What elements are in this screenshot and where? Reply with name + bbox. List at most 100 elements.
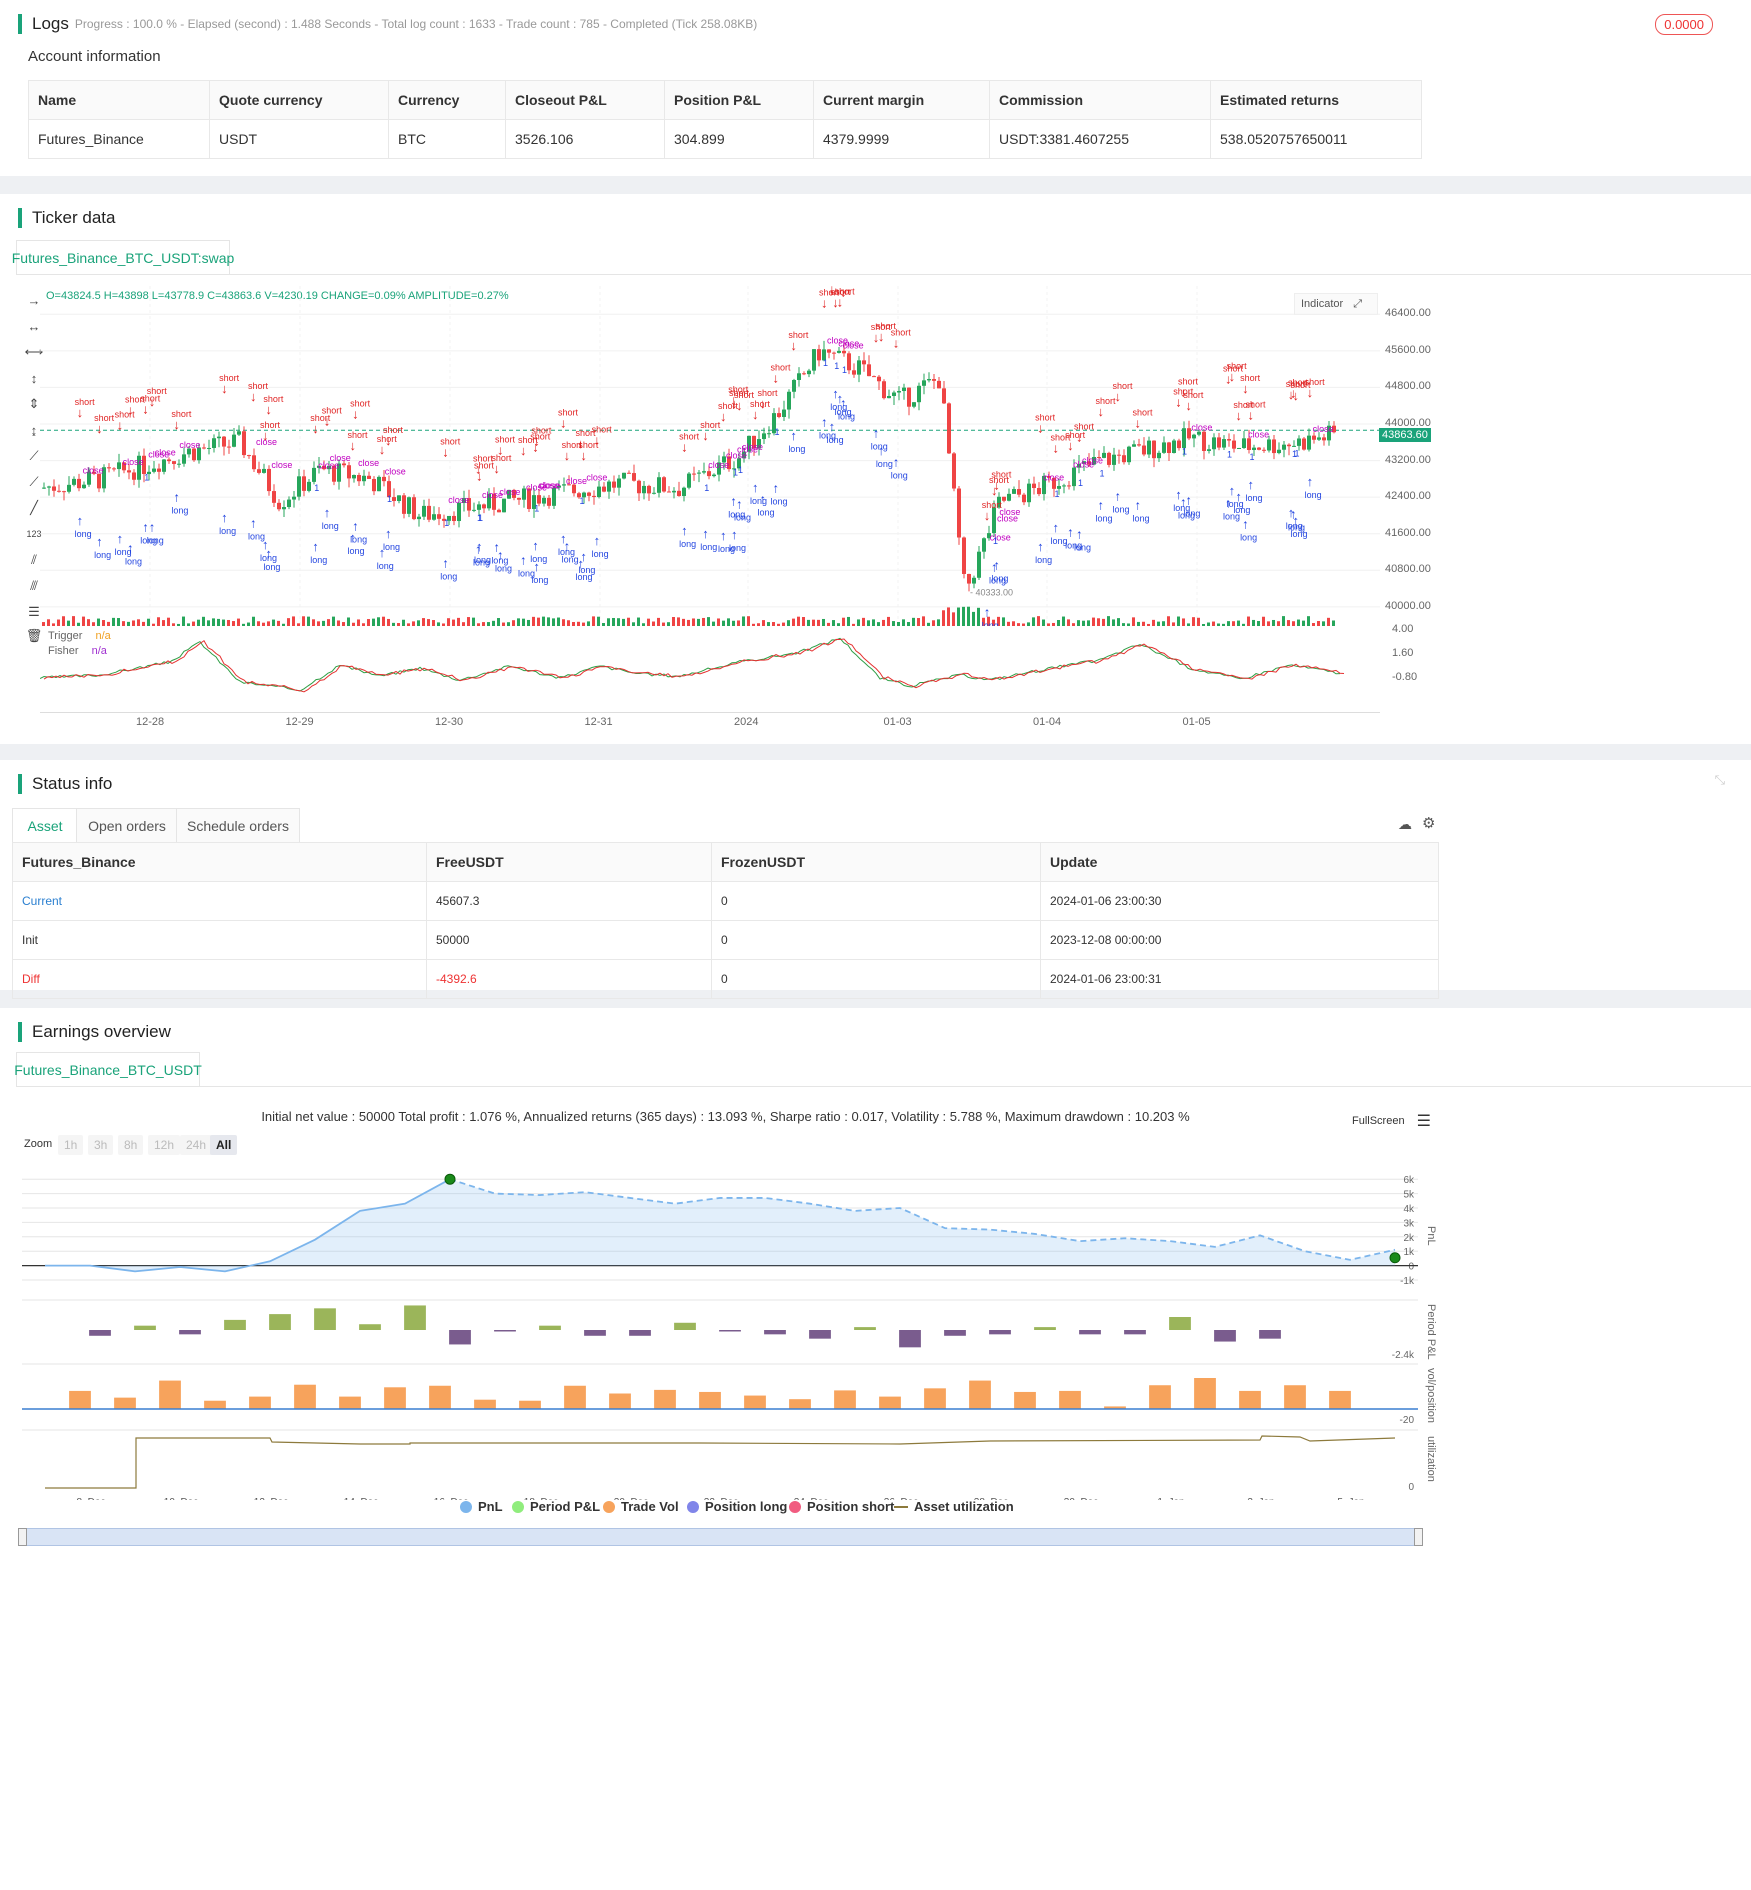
volume-bar <box>942 610 945 626</box>
date-tick: 01-05 <box>1182 716 1211 728</box>
short-arrow-icon: ↓ <box>702 428 709 443</box>
legend-item[interactable]: PnL <box>460 1499 503 1514</box>
hamburger-menu-icon[interactable]: ☰ <box>1417 1111 1431 1131</box>
signal-label-long: long <box>1240 533 1257 543</box>
signal-label-long: long <box>495 564 512 574</box>
zoom-all-button[interactable]: All <box>210 1135 238 1155</box>
navigator-right-handle[interactable] <box>1414 1528 1423 1546</box>
zoom-3h-button[interactable]: 3h <box>88 1135 114 1155</box>
zoom-1h-button[interactable]: 1h <box>58 1135 84 1155</box>
short-arrow-icon: ↓ <box>497 443 504 458</box>
short-arrow-icon: ↓ <box>1180 385 1187 400</box>
signal-label-count: 1 <box>775 427 780 437</box>
volume-bar <box>432 620 435 626</box>
candle-body <box>422 505 426 517</box>
short-arrow-icon: ↓ <box>476 469 483 484</box>
trade-vol-bar <box>69 1390 91 1409</box>
candle-body <box>67 484 71 492</box>
signal-label-close: close <box>448 495 469 505</box>
trade-vol-bar <box>159 1380 181 1409</box>
candle-body <box>402 495 406 514</box>
candle-body <box>867 364 871 377</box>
volume-bar <box>857 619 860 626</box>
candle-body <box>897 391 901 393</box>
volume-bar <box>1202 623 1205 626</box>
volume-bar <box>612 617 615 626</box>
volume-bar <box>427 619 430 626</box>
candle-body <box>1172 440 1176 454</box>
candle-body <box>537 495 541 504</box>
candle-body <box>1062 485 1066 487</box>
zoom-24h-button[interactable]: 24h <box>180 1135 213 1155</box>
candle-body <box>1192 434 1196 439</box>
volume-bar <box>137 619 140 626</box>
signal-label-long: long <box>558 547 575 557</box>
zoom-label: Zoom <box>24 1138 53 1150</box>
legend-item[interactable]: Asset utilization <box>894 1499 1014 1514</box>
candle-body <box>687 473 691 488</box>
period-pnl-bar <box>89 1330 111 1336</box>
legend-item[interactable]: Period P&L <box>512 1499 600 1514</box>
volume-bar <box>937 619 940 626</box>
candle-body <box>1137 444 1141 446</box>
volume-bar <box>732 620 735 626</box>
volume-bar <box>1057 620 1060 626</box>
candle-body <box>347 465 351 479</box>
volume-bar <box>1157 621 1160 626</box>
candle-body <box>847 353 851 371</box>
candle-body <box>1182 428 1186 449</box>
candle-body <box>712 474 716 477</box>
zoom-8h-button[interactable]: 8h <box>118 1135 144 1155</box>
navigator-bar[interactable] <box>22 1528 1420 1546</box>
tab-asset[interactable]: Asset <box>12 808 78 843</box>
volume-bar <box>437 622 440 626</box>
short-arrow-icon: ↓ <box>385 433 392 448</box>
candle-body <box>1037 488 1041 495</box>
candle-body <box>1282 444 1286 450</box>
volume-bar <box>42 622 45 626</box>
legend-swatch-icon <box>603 1500 615 1513</box>
candle-body <box>707 471 711 477</box>
tab-schedule-orders[interactable]: Schedule orders <box>176 808 300 843</box>
tab-open-orders[interactable]: Open orders <box>76 808 178 843</box>
price-axis: 46400.00 45600.00 44800.00 44000.00 43200.00… <box>1380 286 1440 626</box>
volume-bar <box>1322 621 1325 626</box>
legend-item[interactable]: Trade Vol <box>603 1499 679 1514</box>
navigator-left-handle[interactable] <box>18 1528 27 1546</box>
price-tick: 46400.00 <box>1385 307 1431 320</box>
candle-body <box>1007 493 1011 501</box>
volume-bar <box>632 622 635 626</box>
fisher-oscillator-chart[interactable] <box>40 630 1380 710</box>
fullscreen-button[interactable]: FullScreen ☰ <box>1352 1111 1431 1131</box>
volume-bar <box>782 622 785 626</box>
candle-body <box>1027 483 1031 503</box>
candle-body <box>1142 445 1146 455</box>
volume-bar <box>902 619 905 626</box>
logs-badge[interactable]: 0.0000 <box>1655 14 1713 35</box>
signal-label-count: 1 <box>1250 452 1255 462</box>
candle-body <box>1117 454 1121 456</box>
zoom-12h-button[interactable]: 12h <box>148 1135 181 1155</box>
candlestick-chart[interactable]: short↓long↑close1short↓long↑short↓long↑c… <box>40 286 1380 626</box>
signal-label-close: close <box>586 473 607 483</box>
legend-item[interactable]: Position short <box>789 1499 894 1514</box>
tab-earnings-symbol[interactable]: Futures_Binance_BTC_USDT <box>14 1052 202 1087</box>
gear-icon[interactable]: ⚙ <box>1422 814 1435 832</box>
volume-bar <box>1067 619 1070 626</box>
legend-item[interactable]: Position long <box>687 1499 787 1514</box>
volume-bar <box>442 623 445 626</box>
signal-label-long: long <box>1288 523 1305 533</box>
cloud-download-icon[interactable]: ☁ <box>1398 816 1412 833</box>
tab-ticker-symbol[interactable]: Futures_Binance_BTC_USDT:swap <box>12 240 234 275</box>
tab-underline <box>16 274 1751 275</box>
candle-body <box>592 495 596 498</box>
collapse-icon[interactable]: ⤡ <box>1715 772 1725 788</box>
long-arrow-icon: ↑ <box>532 538 539 553</box>
volume-bar <box>157 617 160 626</box>
trade-vol-bar <box>699 1391 721 1409</box>
earnings-chart[interactable]: 6k 5k 4k 3k 2k 1k 0 -1k PnL -2.4k Period P&L -20 vol… <box>0 1160 1440 1500</box>
trade-vol-bar <box>924 1388 946 1409</box>
volume-bar <box>787 620 790 626</box>
candle-body <box>112 468 116 470</box>
volume-bar <box>447 618 450 626</box>
